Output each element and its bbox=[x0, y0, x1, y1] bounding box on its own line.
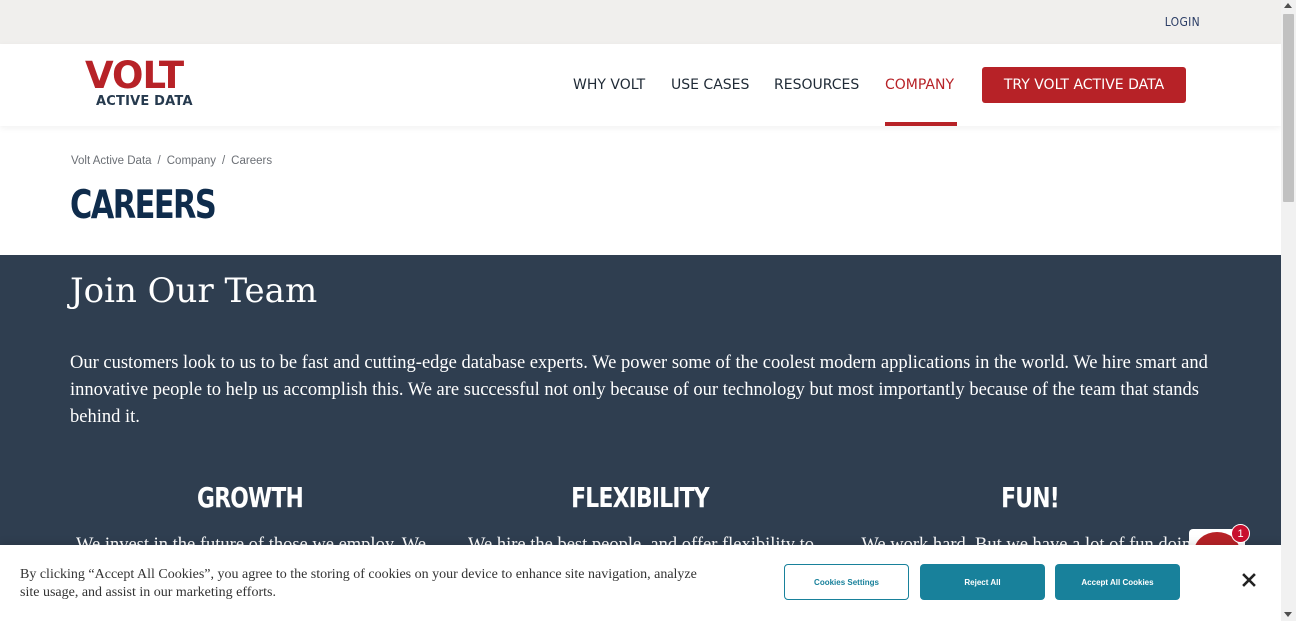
logo-subtitle: ACTIVE DATA bbox=[96, 94, 193, 109]
scroll-thumb[interactable] bbox=[1283, 14, 1294, 202]
nav-why-volt[interactable]: WHY VOLT bbox=[573, 77, 645, 93]
chat-notification-badge: 1 bbox=[1231, 524, 1250, 543]
flexibility-title: FLEXIBILITY bbox=[571, 481, 709, 514]
top-utility-bar: LOGIN bbox=[0, 0, 1281, 44]
volt-logo[interactable]: VOLT ACTIVE DATA bbox=[85, 54, 209, 111]
growth-title: GROWTH bbox=[197, 481, 304, 514]
cookies-settings-button[interactable]: Cookies Settings bbox=[784, 564, 909, 600]
try-volt-button[interactable]: TRY VOLT ACTIVE DATA bbox=[982, 67, 1186, 103]
scroll-up-icon[interactable] bbox=[1284, 3, 1292, 8]
active-nav-indicator bbox=[885, 122, 957, 126]
page-scrollbar[interactable] bbox=[1281, 0, 1296, 621]
scroll-down-icon[interactable] bbox=[1284, 612, 1292, 617]
close-icon[interactable] bbox=[1240, 571, 1258, 589]
cookie-banner: By clicking “Accept All Cookies”, you ag… bbox=[0, 545, 1281, 621]
breadcrumb-company[interactable]: Company bbox=[167, 155, 216, 167]
cookie-message: By clicking “Accept All Cookies”, you ag… bbox=[20, 567, 697, 600]
breadcrumb-home[interactable]: Volt Active Data bbox=[71, 155, 152, 167]
nav-use-cases[interactable]: USE CASES bbox=[671, 77, 749, 93]
breadcrumb-separator: / bbox=[157, 155, 161, 167]
reject-all-button[interactable]: Reject All bbox=[920, 564, 1045, 600]
section-intro: Our customers look to us to be fast and … bbox=[70, 353, 1208, 427]
nav-company[interactable]: COMPANY bbox=[885, 77, 954, 93]
logo-wordmark: VOLT bbox=[85, 54, 184, 97]
fun-title: FUN! bbox=[1001, 481, 1060, 514]
section-heading: Join Our Team bbox=[70, 271, 318, 311]
nav-resources[interactable]: RESOURCES bbox=[774, 77, 859, 93]
breadcrumb-separator: / bbox=[221, 155, 226, 167]
breadcrumb: Volt Active Data / Company / Careers bbox=[71, 155, 272, 167]
site-header: VOLT ACTIVE DATA WHY VOLT USE CASES RESO… bbox=[0, 44, 1281, 126]
breadcrumb-current: Careers bbox=[231, 155, 273, 167]
login-link[interactable]: LOGIN bbox=[1165, 15, 1200, 29]
page-title: CAREERS bbox=[70, 183, 217, 228]
accept-all-cookies-button[interactable]: Accept All Cookies bbox=[1055, 564, 1180, 600]
